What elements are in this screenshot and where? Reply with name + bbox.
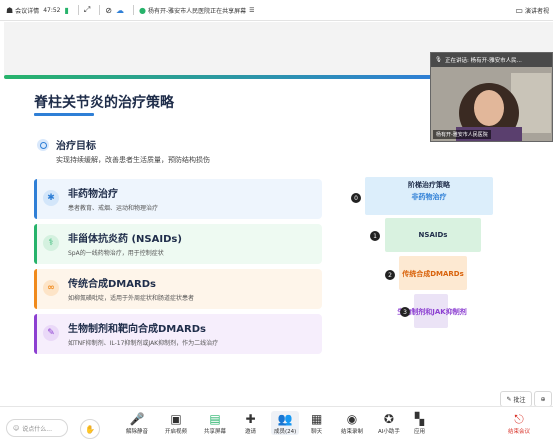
treatment-card-4: ✎ 生物制剂和靶向合成DMARDs 如TNF抑制剂、IL-17抑制剂或JAK抑制…: [34, 314, 322, 354]
share-status-icon: ●: [139, 5, 146, 15]
level-badge: 1: [370, 231, 380, 241]
person-icon: ✱: [43, 190, 59, 206]
pyramid-level-label: NSAIDs: [418, 231, 448, 239]
speaker-view-icon: ▭: [515, 5, 523, 15]
treatment-card-1: ✱ 非药物治疗 患者教育、戒烟、运动和物理治疗: [34, 179, 322, 219]
card-title: 非药物治疗: [68, 189, 118, 200]
meeting-logo-icon: ☗: [6, 5, 14, 15]
speaker-view-button[interactable]: ▭ 演讲者视: [515, 6, 549, 15]
members-label: 成员(24): [274, 429, 297, 435]
sharing-status[interactable]: ● 杨有开-雅安市人民医院正在共享屏幕 ☰: [139, 6, 255, 15]
pill-icon: ⚕: [43, 235, 59, 251]
menu-icon: ☰: [249, 6, 255, 14]
unmute-button[interactable]: 🎤 解除静音: [126, 411, 148, 435]
pyramid-level-label: 非药物治疗: [411, 193, 447, 201]
sharing-status-text: 杨有开-雅安市人民医院正在共享屏幕: [147, 7, 247, 15]
card-title: 生物制剂和靶向合成DMARDs: [68, 324, 206, 335]
start-video-label: 开启视频: [165, 429, 188, 435]
cloud-icon[interactable]: ☁: [116, 6, 124, 15]
treatment-card-2: ⚕ 非甾体抗炎药 (NSAIDs) SpA的一线药物治疗，用于控制症状: [34, 224, 322, 264]
chat-icon: ▦: [311, 412, 323, 426]
unmute-label: 解除静音: [126, 429, 149, 435]
ai-assistant-label: AI小助手: [378, 429, 400, 435]
meeting-details[interactable]: ☗ 会议详情: [6, 6, 39, 15]
exit-icon: ⎋: [514, 412, 524, 426]
level-badge: 3: [400, 307, 410, 317]
invite-button[interactable]: ✚ 邀请: [245, 411, 256, 435]
share-screen-button[interactable]: ▤ 共享屏幕: [204, 411, 226, 435]
apps-label: 应用: [414, 429, 426, 435]
card-subtitle: 患者教育、戒烟、运动和物理治疗: [68, 205, 159, 212]
slide-header-bar: [4, 75, 434, 79]
syringe-icon: ✎: [43, 325, 59, 341]
meeting-timer: 47:52: [43, 6, 61, 14]
emoji-icon: ☺: [13, 424, 20, 432]
chat-placeholder: 说点什么...: [22, 425, 52, 433]
chat-label: 聊天: [311, 429, 323, 435]
slide-title: 脊柱关节炎的治疗策略: [34, 95, 174, 111]
expand-icon[interactable]: ⤢: [84, 5, 90, 15]
members-button[interactable]: 👥 成员(24): [271, 411, 300, 435]
hand-icon: ✋: [85, 424, 95, 434]
level-badge: 2: [385, 270, 395, 280]
apps-button[interactable]: ▚ 应用: [414, 411, 425, 435]
card-subtitle: 如柳氮磺吡啶，适用于外周症状和肠道症状患者: [68, 295, 195, 302]
share-screen-label: 共享屏幕: [204, 429, 227, 435]
card-subtitle: 如TNF抑制剂、IL-17抑制剂或JAK抑制剂，作为二线治疗: [68, 340, 219, 347]
layout-icon[interactable]: ⊘: [105, 6, 112, 15]
treatment-card-3: ∞ 传统合成DMARDs 如柳氮磺吡啶，适用于外周症状和肠道症状患者: [34, 269, 322, 309]
members-icon: 👥: [277, 412, 293, 426]
mic-icon: 🎙: [435, 57, 442, 63]
invite-label: 邀请: [245, 429, 257, 435]
invite-icon: ✚: [245, 412, 256, 426]
divider: [77, 5, 79, 15]
ai-assistant-button[interactable]: ✪ AI小助手: [378, 411, 400, 435]
camera-off-icon: ▣: [170, 412, 182, 426]
signal-icon: ▮: [64, 5, 69, 15]
ai-assistant-icon: ✪: [383, 412, 394, 426]
pen-icon: ✎: [506, 395, 512, 403]
mic-muted-icon: 🎤: [129, 412, 145, 426]
speaker-view-label: 演讲者视: [524, 7, 549, 15]
apps-icon: ▚: [414, 412, 425, 426]
card-title: 非甾体抗炎药 (NSAIDs): [68, 234, 182, 245]
top-bar: ☗ 会议详情 47:52 ▮ ⤢ ⊘ ☁ ● 杨有开-雅安市人民医院正在共享屏幕…: [0, 0, 553, 21]
level-badge: 0: [351, 193, 361, 203]
speaker-video[interactable]: 🎙 正在讲话: 杨有开-雅安市人民... 杨有开-雅安市人民医院: [430, 52, 553, 142]
card-title: 传统合成DMARDs: [68, 279, 156, 290]
stop-recording-label: 结束录制: [341, 429, 364, 435]
chat-button[interactable]: ▦ 聊天: [311, 411, 322, 435]
pyramid-title: 阶梯治疗策略: [408, 181, 450, 189]
share-screen-icon: ▤: [209, 412, 221, 426]
target-icon: [37, 139, 49, 151]
goal-title: 治疗目标: [56, 141, 96, 152]
divider: [99, 5, 101, 15]
bottom-toolbar: ☺ 说点什么... ✋ 🎤 解除静音 ▣ 开启视频 ▤ 共享屏幕 ✚ 邀请 👥 …: [0, 406, 553, 447]
zoom-icon: ⊕: [540, 395, 546, 403]
divider: [133, 5, 134, 15]
annotate-button[interactable]: ✎ 批注: [500, 391, 532, 407]
end-meeting-button[interactable]: ⎋ 结束会议: [508, 411, 530, 435]
start-video-button[interactable]: ▣ 开启视频: [165, 411, 187, 435]
speaking-caption: 🎙 正在讲话: 杨有开-雅安市人民...: [431, 53, 552, 67]
meeting-details-label: 会议详情: [15, 7, 40, 15]
annotate-label: 批注: [513, 396, 526, 404]
reaction-button[interactable]: ✋: [80, 419, 100, 439]
goal-description: 实现持续缓解，改善患者生活质量，预防结构损伤: [56, 156, 210, 164]
end-meeting-label: 结束会议: [508, 429, 531, 435]
pyramid-level-label: 传统合成DMARDs: [402, 270, 464, 278]
participant-name: 杨有开-雅安市人民医院: [433, 130, 491, 139]
pills-icon: ∞: [43, 280, 59, 296]
zoom-button[interactable]: ⊕: [534, 391, 552, 407]
chat-input[interactable]: ☺ 说点什么...: [6, 419, 68, 437]
stop-recording-button[interactable]: ◉ 结束录制: [341, 411, 363, 435]
title-underline: [34, 113, 94, 116]
record-icon: ◉: [346, 412, 358, 426]
speaking-label: 正在讲话: 杨有开-雅安市人民...: [444, 58, 522, 64]
card-subtitle: SpA的一线药物治疗，用于控制症状: [68, 250, 164, 257]
